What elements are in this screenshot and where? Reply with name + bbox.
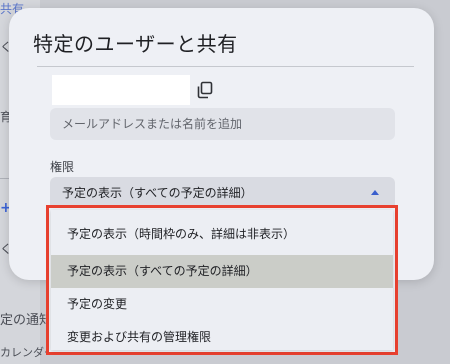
option-manage-sharing[interactable]: 変更および共有の管理権限 [51,321,393,354]
dropdown-list: 予定の表示（時間枠のみ、詳細は非表示） 予定の表示（すべての予定の詳細） 予定の… [51,210,393,350]
copy-icon[interactable] [196,81,214,99]
background-section-heading: 定の通知 [0,313,53,328]
option-view-all-details[interactable]: 予定の表示（すべての予定の詳細） [51,255,393,288]
permission-dropdown-menu: 予定の表示（時間枠のみ、詳細は非表示） 予定の表示（すべての予定の詳細） 予定の… [46,205,398,355]
dialog-divider [37,66,414,67]
permission-label: 権限 [50,160,75,174]
arrow-up-icon [371,190,379,195]
dialog-title: 特定のユーザーと共有 [33,32,238,56]
option-make-changes[interactable]: 予定の変更 [51,288,393,321]
email-input[interactable] [50,108,395,140]
shared-person-field [52,75,190,105]
permission-select-value: 予定の表示（すべての予定の詳細） [62,186,253,200]
option-view-free-busy[interactable]: 予定の表示（時間枠のみ、詳細は非表示） [51,218,393,251]
